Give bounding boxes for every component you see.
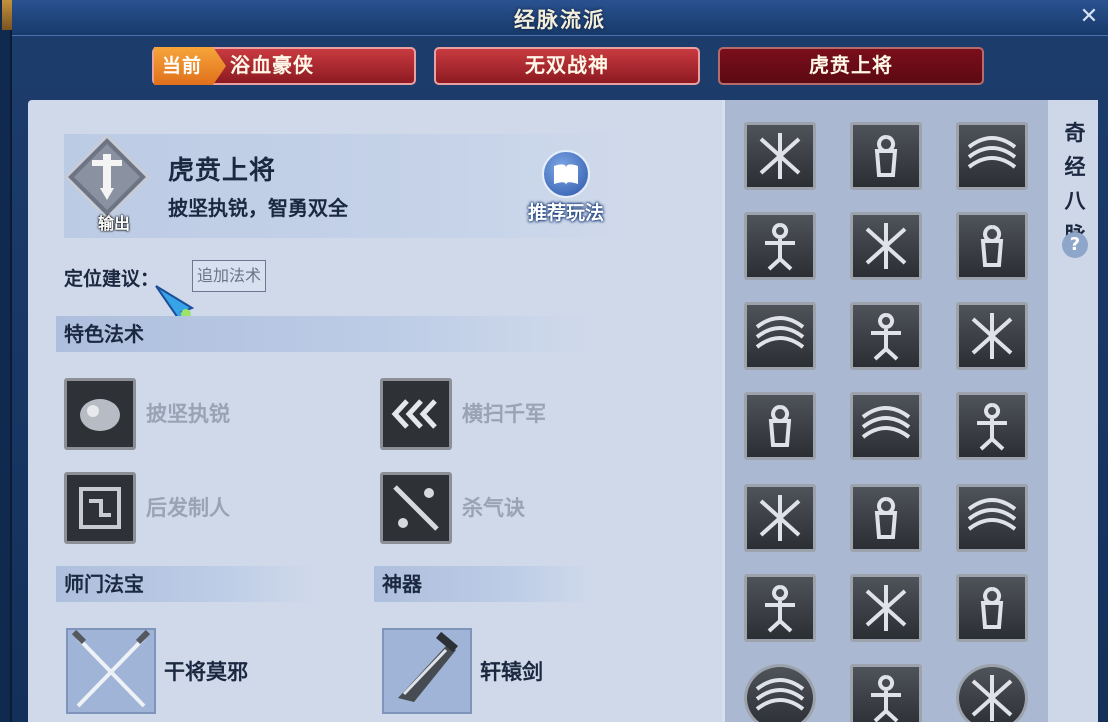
artifact-item[interactable]: 轩辕剑 bbox=[382, 628, 602, 718]
skill-name: 后发制人 bbox=[146, 496, 230, 520]
school-motto: 披坚执锐，智勇双全 bbox=[168, 196, 348, 220]
school-name: 虎贲上将 bbox=[168, 156, 277, 186]
scatter-blades-icon[interactable] bbox=[744, 484, 816, 552]
brave-seal-icon[interactable] bbox=[850, 574, 922, 642]
positioning-label: 定位建议： bbox=[64, 268, 160, 290]
tab-label: 虎贲上将 bbox=[809, 53, 893, 77]
sweep-icon bbox=[380, 378, 452, 450]
smoke-hand-icon[interactable] bbox=[956, 392, 1028, 460]
tab-huben-shangjiang[interactable]: 虎贲上将 bbox=[718, 47, 984, 85]
skill-pijian-zhirui[interactable]: 披坚执锐 bbox=[64, 378, 304, 450]
artifact-name: 轩辕剑 bbox=[480, 660, 543, 684]
skill-name: 杀气诀 bbox=[462, 496, 525, 520]
tab-wushuang-zhanshen[interactable]: 无双战神 bbox=[434, 47, 700, 85]
burst-icon[interactable] bbox=[744, 122, 816, 190]
sect-treasure-name: 干将莫邪 bbox=[164, 660, 248, 684]
sword-icon bbox=[64, 134, 150, 220]
crossed-swords-icon bbox=[66, 628, 156, 714]
lightning-icon[interactable] bbox=[956, 302, 1028, 370]
skill-hengsao-qianjun[interactable]: 横扫千军 bbox=[380, 378, 620, 450]
swirl-orb-icon[interactable] bbox=[744, 664, 816, 722]
scroll-icon[interactable] bbox=[956, 574, 1028, 642]
sect-treasure-header: 师门法宝 bbox=[56, 566, 316, 602]
tab-yuxue-haoxia[interactable]: 当前 浴血豪侠 bbox=[152, 47, 416, 85]
running-man-icon[interactable] bbox=[850, 484, 922, 552]
tab-label: 无双战神 bbox=[525, 53, 609, 77]
recommended-play-label: 推荐玩法 bbox=[527, 202, 604, 224]
fan-icon[interactable] bbox=[956, 212, 1028, 280]
special-skills-header: 特色法术 bbox=[56, 316, 592, 352]
skill-houfa-zhiren[interactable]: 后发制人 bbox=[64, 472, 304, 544]
whirl-icon[interactable] bbox=[956, 122, 1028, 190]
shattered-sword-icon[interactable] bbox=[744, 574, 816, 642]
armor-icon bbox=[64, 378, 136, 450]
counter-icon bbox=[64, 472, 136, 544]
skill-name: 横扫千军 bbox=[462, 402, 546, 426]
recommended-play-button[interactable]: 推荐玩法 bbox=[512, 148, 620, 224]
artifact-header: 神器 bbox=[374, 566, 594, 602]
role-label: 输出 bbox=[97, 214, 130, 233]
swirl-orb-icon[interactable] bbox=[956, 664, 1028, 722]
warrior-icon[interactable] bbox=[744, 212, 816, 280]
crescent-slash-icon[interactable] bbox=[744, 302, 816, 370]
twin-guards-icon[interactable] bbox=[850, 392, 922, 460]
sword-aura-icon bbox=[380, 472, 452, 544]
broken-heart-icon[interactable] bbox=[850, 302, 922, 370]
xuanyuan-sword-icon bbox=[382, 628, 472, 714]
current-badge: 当前 bbox=[154, 47, 226, 85]
book-icon bbox=[542, 150, 590, 198]
heart-crack-icon[interactable] bbox=[956, 484, 1028, 552]
fist-icon[interactable] bbox=[744, 392, 816, 460]
title-bar: 经脉流派 ✕ bbox=[12, 0, 1108, 36]
tab-label: 浴血豪侠 bbox=[230, 53, 314, 77]
blade-slash-icon[interactable] bbox=[850, 212, 922, 280]
skill-name: 披坚执锐 bbox=[146, 402, 230, 426]
close-icon[interactable]: ✕ bbox=[1076, 4, 1102, 30]
help-icon[interactable]: ? bbox=[1062, 232, 1088, 258]
soldier-icon[interactable] bbox=[850, 122, 922, 190]
arrows-icon[interactable] bbox=[850, 664, 922, 722]
sect-treasure-item[interactable]: 干将莫邪 bbox=[66, 628, 286, 718]
window-title: 经脉流派 bbox=[514, 8, 606, 32]
skill-shaqi-jue[interactable]: 杀气诀 bbox=[380, 472, 620, 544]
